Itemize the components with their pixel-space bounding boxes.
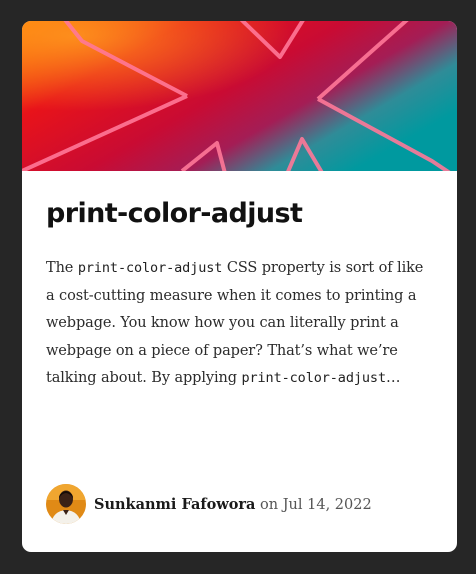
publish-date: Jul 14, 2022 xyxy=(282,496,372,513)
author-photo xyxy=(46,484,86,524)
excerpt-text-1: The xyxy=(46,260,78,276)
excerpt-code-2: print-color-adjust xyxy=(241,370,386,386)
article-title[interactable]: print-color-adjust xyxy=(46,171,436,231)
article-hero-image[interactable] xyxy=(22,21,457,171)
excerpt-code-1: print-color-adjust xyxy=(77,260,223,276)
star-burst-icon xyxy=(22,21,457,171)
avatar[interactable] xyxy=(46,484,86,524)
byline-text: Sunkanmi Fafowora on Jul 14, 2022 xyxy=(94,496,372,513)
article-card[interactable]: print-color-adjust The print-color-adjus… xyxy=(22,21,457,552)
article-excerpt: The print-color-adjust CSS property is s… xyxy=(46,255,436,393)
excerpt-text-2: CSS property is sort of like a cost-cutt… xyxy=(46,260,424,386)
article-body: print-color-adjust The print-color-adjus… xyxy=(46,171,436,393)
author-name-link[interactable]: Sunkanmi Fafowora xyxy=(94,496,255,513)
excerpt-text-3: … xyxy=(385,370,401,386)
author-byline: Sunkanmi Fafowora on Jul 14, 2022 xyxy=(46,484,372,524)
date-prefix: on xyxy=(260,496,279,513)
